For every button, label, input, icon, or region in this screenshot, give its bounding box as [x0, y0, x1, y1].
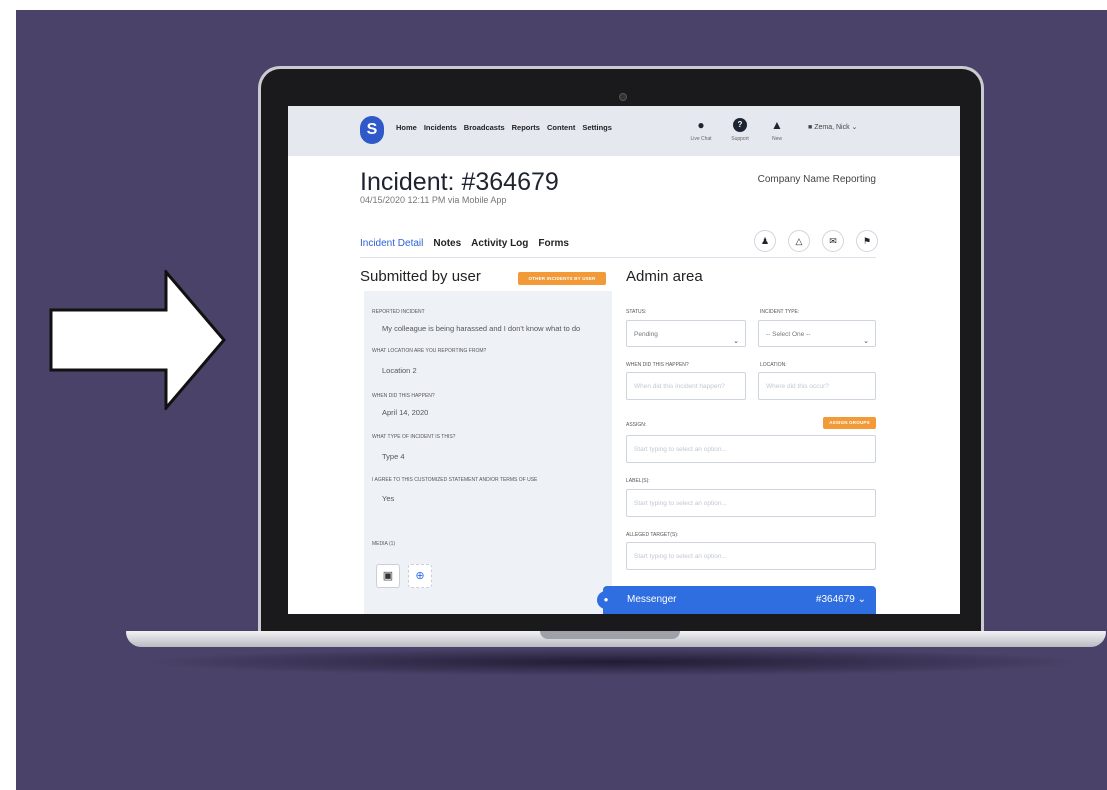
- chat-bubble-icon: ●: [697, 118, 705, 132]
- incident-type-select[interactable]: -- Select One -- ⌄: [758, 320, 876, 347]
- targets-input[interactable]: Start typing to select an option...: [626, 542, 876, 570]
- app-screen: S Home Incidents Broadcasts Reports Cont…: [288, 106, 960, 614]
- flag-icon[interactable]: ⚑: [856, 230, 878, 252]
- messenger-bar[interactable]: ● Messenger #364679 ⌄: [597, 586, 876, 614]
- bell-icon: ▲: [771, 118, 783, 132]
- chevron-down-icon: ⌄: [851, 124, 858, 131]
- incident-type-value: -- Select One --: [766, 331, 811, 338]
- support-label: Support: [731, 136, 749, 142]
- tab-divider: [360, 257, 876, 258]
- field-value: Type 4: [382, 452, 405, 461]
- live-chat-label: Live Chat: [690, 136, 712, 142]
- assign-input[interactable]: Start typing to select an option...: [626, 435, 876, 463]
- assign-groups-button[interactable]: ASSIGN GROUPS: [823, 417, 876, 429]
- camera-icon: [619, 93, 627, 101]
- nav-incidents[interactable]: Incidents: [424, 123, 457, 132]
- chevron-down-icon: ⌄: [733, 338, 739, 345]
- person-icon[interactable]: ♟: [754, 230, 776, 252]
- admin-heading: Admin area: [626, 268, 703, 285]
- when-input[interactable]: When did this incident happen?: [626, 372, 746, 400]
- user-menu[interactable]: ■ Zema, Nick ⌄: [808, 123, 857, 131]
- main-nav: Home Incidents Broadcasts Reports Conten…: [396, 123, 612, 132]
- support-button[interactable]: ? Support: [725, 118, 755, 142]
- nav-reports[interactable]: Reports: [512, 123, 540, 132]
- location-input[interactable]: Where did this occur?: [758, 372, 876, 400]
- new-label: New: [771, 136, 782, 142]
- labels-label: LABEL(S):: [626, 478, 650, 484]
- laptop-notch: [540, 631, 680, 639]
- targets-label: ALLEGED TARGET(S):: [626, 532, 679, 538]
- messenger-title: Messenger: [627, 594, 677, 605]
- field-label: WHEN DID THIS HAPPEN?: [372, 393, 435, 399]
- new-notifications-button[interactable]: ▲ New: [762, 118, 792, 142]
- live-chat-button[interactable]: ● Live Chat: [686, 118, 716, 142]
- field-label: WHAT LOCATION ARE YOU REPORTING FROM?: [372, 348, 487, 354]
- nav-content[interactable]: Content: [547, 123, 575, 132]
- status-select[interactable]: Pending ⌄: [626, 320, 746, 347]
- top-navigation-bar: S Home Incidents Broadcasts Reports Cont…: [288, 106, 960, 156]
- field-label: REPORTED INCIDENT: [372, 309, 425, 315]
- nav-home[interactable]: Home: [396, 123, 417, 132]
- chevron-down-icon[interactable]: ⌄: [858, 594, 866, 605]
- add-media-icon[interactable]: ⊕: [408, 564, 432, 588]
- company-name: Company Name Reporting: [757, 174, 876, 185]
- media-label: MEDIA (1): [372, 541, 396, 547]
- submitted-heading: Submitted by user: [360, 268, 481, 285]
- tab-activity-log[interactable]: Activity Log: [471, 238, 528, 249]
- image-thumbnail-icon[interactable]: ▣: [376, 564, 400, 588]
- messenger-incident-number: #364679 ⌄: [816, 594, 866, 605]
- mail-icon[interactable]: ✉: [822, 230, 844, 252]
- incident-meta: 04/15/2020 12:11 PM via Mobile App: [360, 195, 507, 205]
- app-logo[interactable]: S: [360, 116, 384, 144]
- header-actions: ♟ △ ✉ ⚑: [754, 230, 878, 252]
- chevron-down-icon: ⌄: [863, 338, 869, 345]
- location-label: LOCATION:: [760, 362, 787, 368]
- page-title: Incident: #364679: [360, 168, 559, 196]
- field-label: I AGREE TO THIS CUSTOMIZED STATEMENT AND…: [372, 477, 538, 483]
- thumb-icon[interactable]: △: [788, 230, 810, 252]
- field-value: April 14, 2020: [382, 408, 429, 417]
- laptop-shadow: [140, 648, 1090, 676]
- when-label: WHEN DID THIS HAPPEN?: [626, 362, 689, 368]
- other-incidents-button[interactable]: OTHER INCIDENTS BY USER: [518, 272, 606, 285]
- tab-forms[interactable]: Forms: [538, 238, 569, 249]
- nav-broadcasts[interactable]: Broadcasts: [464, 123, 505, 132]
- field-value: Yes: [382, 494, 395, 503]
- chat-bubble-icon: ●: [597, 591, 615, 609]
- field-value: Location 2: [382, 366, 417, 375]
- status-label: STATUS:: [626, 309, 647, 315]
- field-label: WHAT TYPE OF INCIDENT IS THIS?: [372, 434, 456, 440]
- incident-tabs: Incident Detail Notes Activity Log Forms: [360, 238, 569, 249]
- question-icon: ?: [733, 118, 747, 132]
- user-icon: ■: [808, 124, 813, 131]
- nav-settings[interactable]: Settings: [582, 123, 612, 132]
- user-name: Zema, Nick: [814, 124, 850, 131]
- assign-label: ASSIGN:: [626, 422, 647, 428]
- tab-incident-detail[interactable]: Incident Detail: [360, 238, 423, 249]
- messenger-number: #364679: [815, 594, 855, 605]
- submitted-panel: REPORTED INCIDENT My colleague is being …: [364, 291, 612, 614]
- tab-notes[interactable]: Notes: [433, 238, 461, 249]
- field-value: My colleague is being harassed and I don…: [382, 324, 581, 333]
- status-value: Pending: [634, 331, 658, 338]
- incident-type-label: INCIDENT TYPE:: [760, 309, 800, 315]
- right-arrow-graphic: [49, 270, 226, 410]
- labels-input[interactable]: Start typing to select an option...: [626, 489, 876, 517]
